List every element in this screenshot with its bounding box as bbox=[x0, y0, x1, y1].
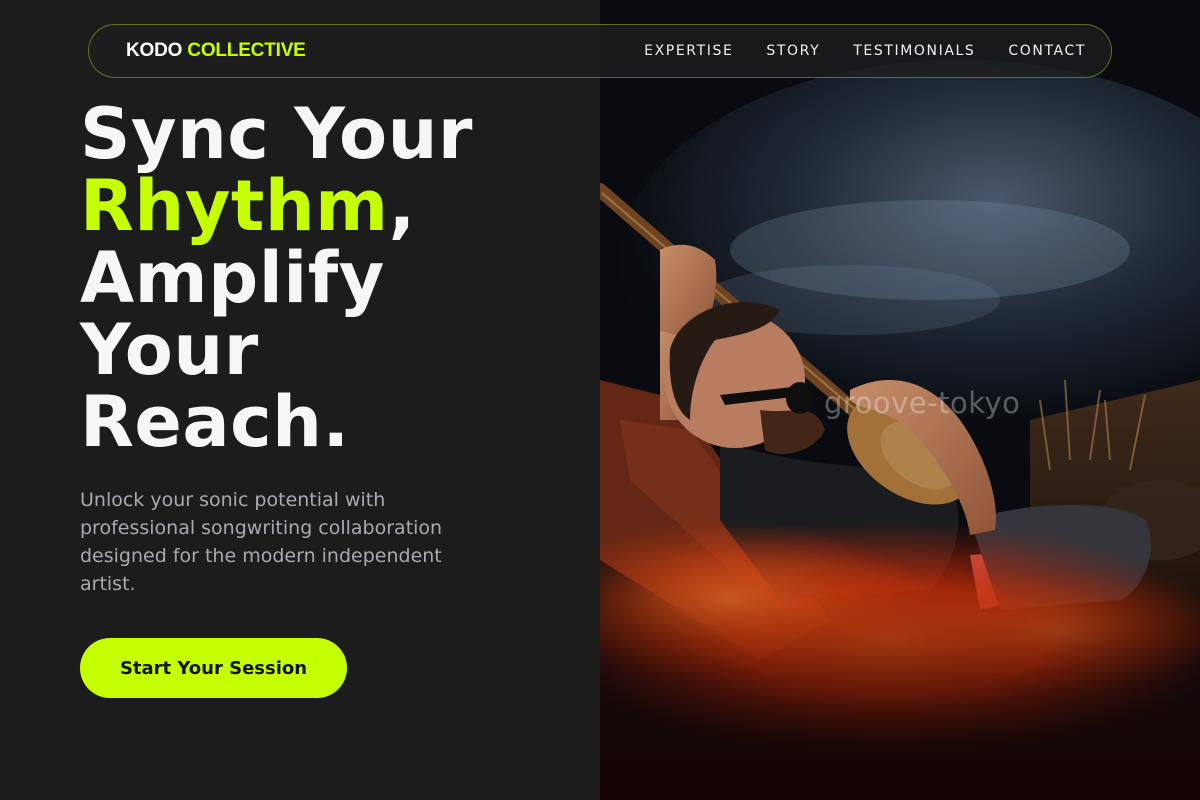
brand-logo[interactable]: KODO COLLECTIVE bbox=[126, 40, 306, 62]
headline-line-2: Rhythm, bbox=[80, 170, 580, 242]
headline-line-4: Your bbox=[80, 309, 259, 391]
nav-link-contact[interactable]: CONTACT bbox=[1008, 43, 1086, 59]
image-watermark: groove-tokyo bbox=[824, 386, 1021, 420]
headline-comma: , bbox=[388, 165, 416, 247]
headline-line-5: Reach. bbox=[80, 381, 350, 463]
nav-link-story[interactable]: STORY bbox=[766, 43, 820, 59]
nav-links: EXPERTISE STORY TESTIMONIALS CONTACT bbox=[644, 43, 1086, 59]
headline-line-3: Amplify bbox=[80, 237, 385, 319]
hero-description: Unlock your sonic potential with profess… bbox=[80, 489, 443, 595]
logo-main: KODO bbox=[126, 40, 183, 61]
hero-headline: Sync Your Rhythm, Amplify Your Reach. bbox=[80, 98, 580, 458]
headline-line-1: Sync Your bbox=[80, 93, 473, 175]
start-session-button[interactable]: Start Your Session bbox=[80, 638, 347, 698]
top-navbar: KODO COLLECTIVE EXPERTISE STORY TESTIMON… bbox=[88, 24, 1112, 78]
nav-link-expertise[interactable]: EXPERTISE bbox=[644, 43, 733, 59]
logo-accent: COLLECTIVE bbox=[187, 40, 306, 61]
nav-link-testimonials[interactable]: TESTIMONIALS bbox=[853, 43, 975, 59]
hero-image: groove-tokyo bbox=[600, 0, 1200, 800]
headline-accent-word: Rhythm bbox=[80, 165, 389, 247]
